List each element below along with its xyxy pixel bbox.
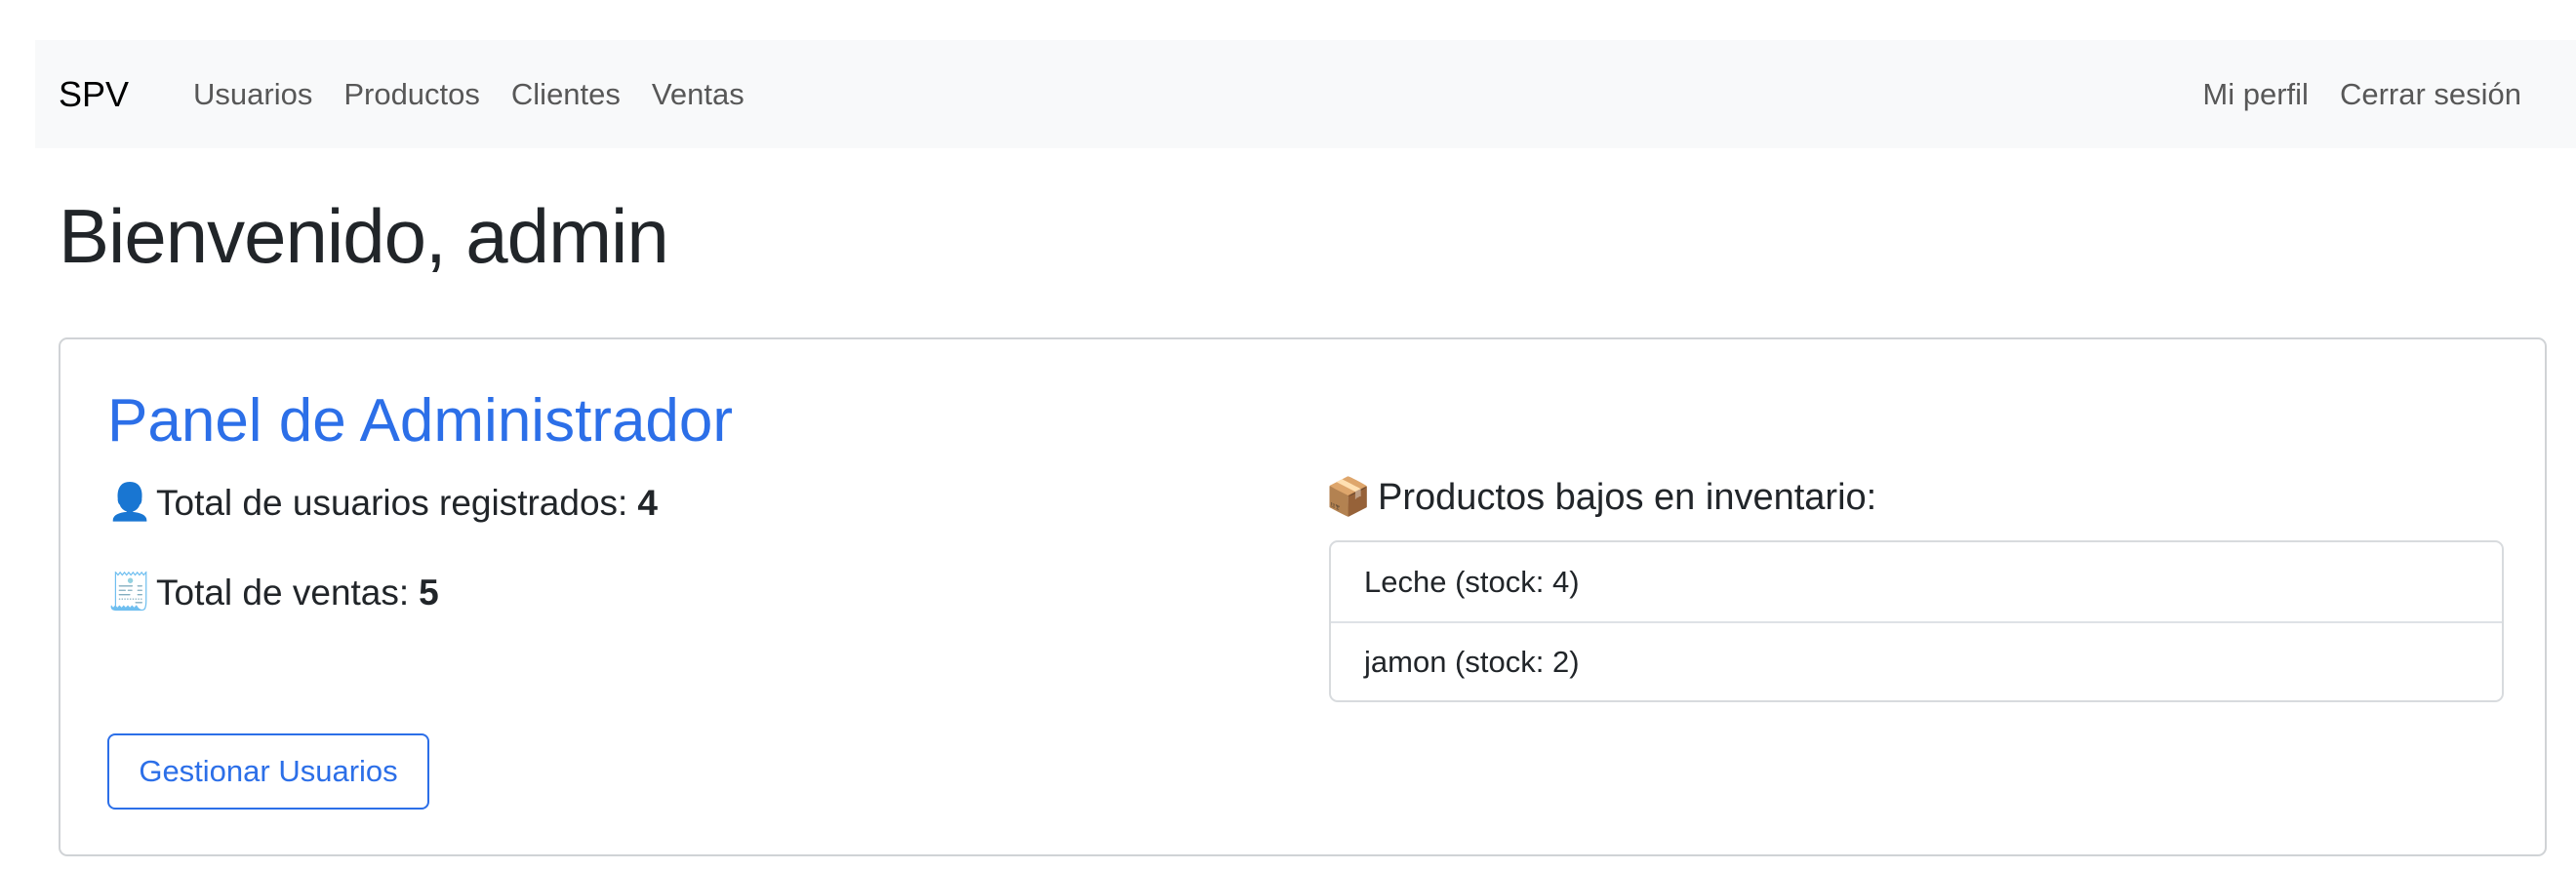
nav-right-links: Mi perfil Cerrar sesión [2187, 77, 2537, 112]
low-stock-list: Leche (stock: 4) jamon (stock: 2) [1329, 540, 2504, 702]
user-icon: 👤 [107, 482, 153, 522]
list-item: Leche (stock: 4) [1364, 564, 1580, 599]
nav-link-mi-perfil[interactable]: Mi perfil [2187, 77, 2324, 112]
users-stat-count: 4 [637, 482, 658, 523]
navbar-brand[interactable]: SPV [59, 74, 129, 115]
manage-users-button[interactable]: Gestionar Usuarios [107, 733, 429, 810]
low-stock-heading: 📦 Productos bajos en inventario: [1325, 476, 1876, 519]
receipt-icon: 🧾 [107, 572, 153, 612]
page-title: Bienvenido, admin [59, 193, 669, 279]
nav-link-productos[interactable]: Productos [328, 77, 496, 112]
list-item: jamon (stock: 2) [1331, 621, 2502, 700]
sales-stat: 🧾 Total de ventas: 5 [107, 572, 439, 613]
users-stat-label: Total de usuarios registrados: [156, 482, 628, 523]
navbar: SPV Usuarios Productos Clientes Ventas M… [35, 40, 2576, 148]
users-stat: 👤 Total de usuarios registrados: 4 [107, 482, 658, 524]
nav-link-usuarios[interactable]: Usuarios [178, 77, 328, 112]
nav-link-clientes[interactable]: Clientes [496, 77, 636, 112]
sales-stat-count: 5 [419, 572, 439, 613]
package-icon: 📦 [1325, 477, 1372, 518]
nav-link-ventas[interactable]: Ventas [636, 77, 760, 112]
nav-left-links: Usuarios Productos Clientes Ventas [178, 77, 760, 112]
nav-link-cerrar-sesion[interactable]: Cerrar sesión [2324, 77, 2537, 112]
card-title: Panel de Administrador [107, 387, 734, 455]
admin-panel-card: Panel de Administrador 👤 Total de usuari… [59, 337, 2547, 856]
low-stock-title: Productos bajos en inventario: [1378, 476, 1877, 518]
sales-stat-label: Total de ventas: [156, 572, 410, 613]
